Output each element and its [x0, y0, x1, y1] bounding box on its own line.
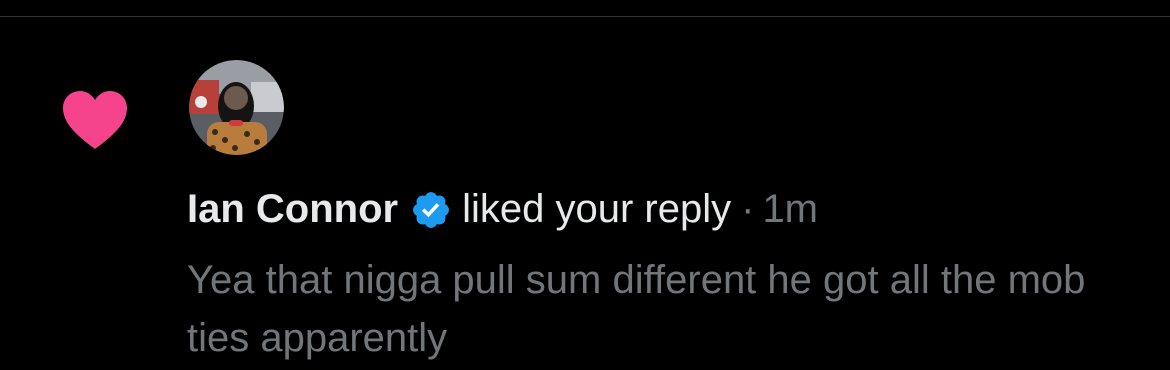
notification-headline: Ian Connor liked your reply · 1m — [187, 185, 818, 233]
reply-text[interactable]: Yea that nigga pull sum different he got… — [187, 251, 1147, 367]
action-text: liked your reply — [462, 187, 732, 231]
like-notification[interactable]: Ian Connor liked your reply · 1m Yea tha… — [0, 17, 1170, 370]
separator-dot: · — [741, 187, 755, 231]
author-name[interactable]: Ian Connor — [187, 185, 398, 233]
verified-badge-icon[interactable] — [410, 189, 452, 231]
heart-icon — [63, 91, 127, 149]
user-avatar[interactable] — [189, 60, 284, 155]
timestamp[interactable]: 1m — [762, 185, 818, 233]
